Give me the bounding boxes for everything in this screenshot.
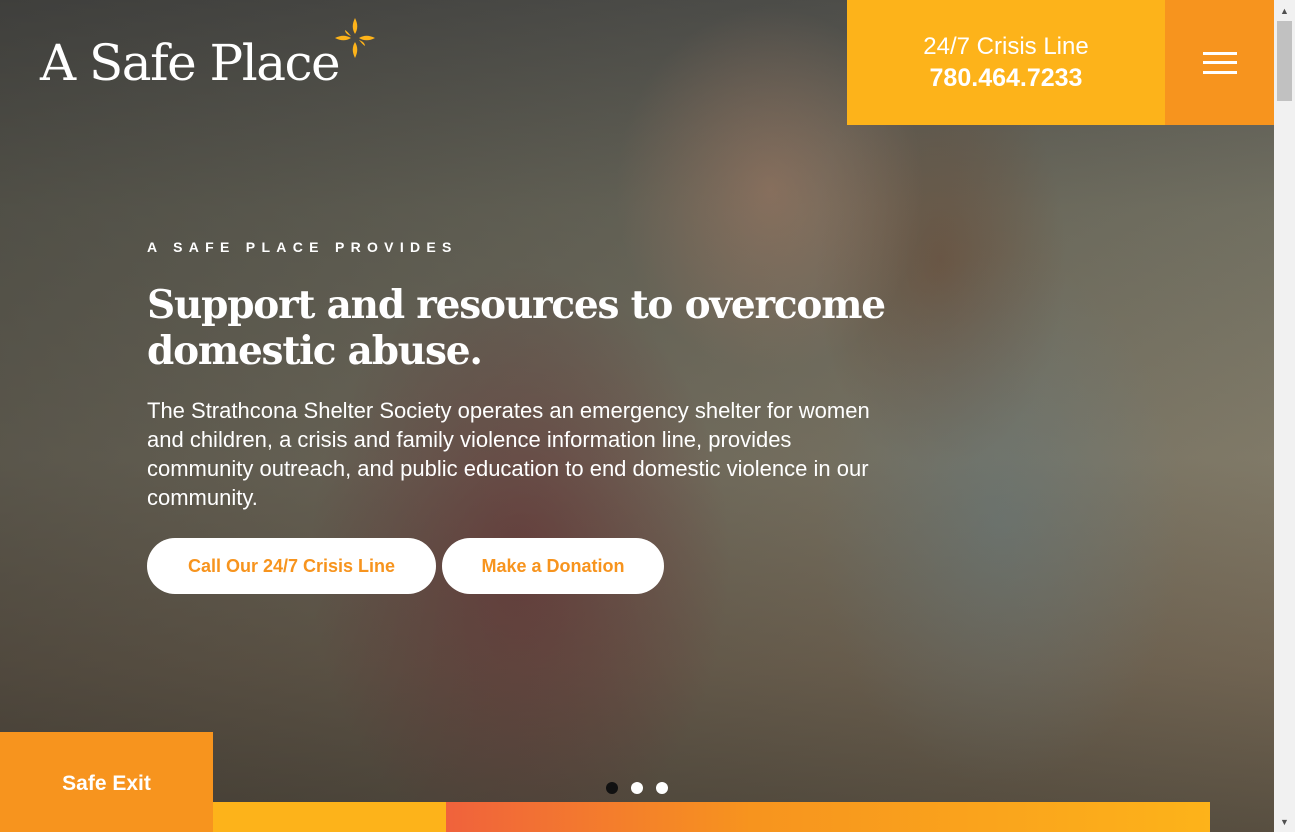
slider-dot-2[interactable] [631,782,643,794]
safe-exit-button[interactable]: Safe Exit [0,732,213,832]
logo[interactable]: A Safe Place [40,18,377,98]
arrow-down-icon[interactable]: ▼ [1274,811,1295,832]
slider-dot-3[interactable] [656,782,668,794]
make-donation-button[interactable]: Make a Donation [442,538,664,594]
accent-strip-yellow [213,802,446,832]
scrollbar[interactable]: ▲ ▼ [1274,0,1295,832]
scrollbar-thumb[interactable] [1277,21,1292,101]
arrow-up-icon[interactable]: ▲ [1274,0,1295,21]
hero-description: The Strathcona Shelter Society operates … [147,398,870,510]
hero-content: A SAFE PLACE PROVIDES Support and resour… [147,238,887,594]
hero-eyebrow: A SAFE PLACE PROVIDES [147,239,458,255]
logo-text: A Safe Place [40,34,341,92]
logo-flower-icon [333,16,377,60]
crisis-line-label: 24/7 Crisis Line [923,32,1089,60]
slider-dot-1[interactable] [606,782,618,794]
crisis-line-phone: 780.464.7233 [929,63,1083,92]
hamburger-icon [1202,51,1237,74]
menu-button[interactable] [1165,0,1274,125]
crisis-line-button[interactable]: 24/7 Crisis Line 780.464.7233 [847,0,1165,125]
accent-strip-gradient [446,802,1210,832]
page: A Safe Place 24/7 Crisis Line 780.464.72… [0,0,1274,832]
hero-headline: Support and resources to overcome domest… [147,282,886,374]
slider-dots [606,782,668,794]
call-crisis-line-button[interactable]: Call Our 24/7 Crisis Line [147,538,436,594]
hero-buttons: Call Our 24/7 Crisis Line Make a Donatio… [147,538,887,594]
